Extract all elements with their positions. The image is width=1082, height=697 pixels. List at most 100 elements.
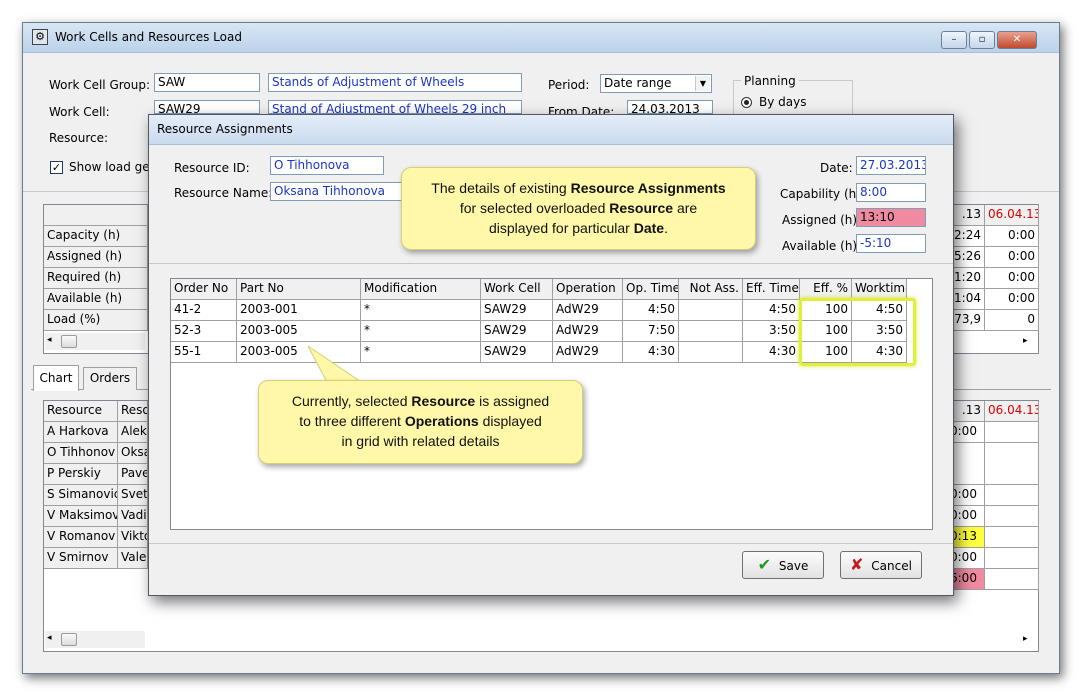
scroll-left-icon[interactable]: ◂	[47, 633, 52, 643]
assignment-cell[interactable]: AdW29	[553, 321, 623, 342]
scroll-thumb[interactable]	[61, 335, 77, 348]
resource-load-cell-empty	[985, 443, 1039, 485]
callout-bottom-text: is assigned	[475, 393, 550, 409]
resource-row-cell[interactable]: Valeri	[118, 548, 148, 569]
resource-row-cell[interactable]: S Simanovic	[44, 485, 118, 506]
resource-grid-hscrollbar[interactable]: ◂	[45, 631, 145, 648]
assignments-column-header: Op. Time	[623, 279, 679, 300]
resource-id-field[interactable]: O Tihhonova	[270, 156, 384, 175]
show-load-label: Show load gen	[69, 160, 158, 174]
by-days-label: By days	[759, 95, 807, 109]
save-button-label: Save	[778, 559, 809, 573]
assignment-cell[interactable]: SAW29	[481, 342, 553, 363]
assignment-cell[interactable]: SAW29	[481, 300, 553, 321]
scroll-right-icon[interactable]: ▸	[1023, 336, 1028, 346]
minimize-button[interactable]: –	[941, 31, 967, 49]
assigned-label: Assigned (h):	[782, 213, 862, 227]
assignment-cell[interactable]: 7:50	[623, 321, 679, 342]
period-value: Date range	[604, 76, 672, 90]
resource-load-cell-empty	[985, 527, 1039, 548]
resource-label: Resource:	[49, 131, 109, 145]
callout-bottom-text: to three different	[299, 413, 405, 429]
scroll-right-icon[interactable]: ▸	[1023, 634, 1028, 644]
date-field[interactable]: 27.03.2013	[856, 156, 926, 175]
resource-row-cell[interactable]: Svetl	[118, 485, 148, 506]
close-button[interactable]: ✕	[997, 31, 1037, 49]
maximize-button[interactable]: ▫	[969, 31, 995, 49]
by-days-radio[interactable]	[741, 97, 752, 108]
load-row-header: Load (%)	[44, 310, 148, 331]
resource-row-cell[interactable]: Aleks	[118, 422, 148, 443]
assignment-cell[interactable]: AdW29	[553, 300, 623, 321]
period-select[interactable]: Date range ▼	[600, 74, 712, 93]
assignment-cell[interactable]: 3:50	[743, 321, 800, 342]
assignments-column-header: Worktime	[852, 279, 907, 300]
callout-bottom: Currently, selected Resource is assigned…	[258, 380, 583, 464]
scroll-left-icon[interactable]: ◂	[47, 335, 52, 345]
cancel-button[interactable]: ✘ Cancel	[840, 551, 922, 579]
resource-row-cell[interactable]: V Smirnov	[44, 548, 118, 569]
work-cell-group-code-field[interactable]: SAW	[154, 73, 260, 92]
resource-row-cell[interactable]: V Maksimov	[44, 506, 118, 527]
callout-bottom-text: displayed	[478, 413, 542, 429]
save-button[interactable]: ✔ Save	[742, 551, 824, 579]
radio-dot-icon	[744, 100, 749, 105]
resource-row-cell[interactable]: Pave	[118, 464, 148, 485]
work-cell-code-field[interactable]: SAW29	[154, 100, 260, 114]
resource-column-header: Reso	[118, 401, 148, 422]
assignment-cell[interactable]: AdW29	[553, 342, 623, 363]
assignment-cell[interactable]: SAW29	[481, 321, 553, 342]
tab-orders[interactable]: Orders	[83, 367, 137, 390]
resource-row-cell[interactable]: Oksa	[118, 443, 148, 464]
scroll-thumb[interactable]	[61, 633, 77, 646]
load-cell: 0:00	[985, 289, 1039, 310]
assignments-column-header: Part No	[237, 279, 361, 300]
app-icon: ⚙	[32, 29, 48, 45]
from-date-field[interactable]: 24.03.2013	[627, 100, 713, 114]
assignment-cell[interactable]: 55-1	[171, 342, 237, 363]
assignment-cell[interactable]: 4:50	[743, 300, 800, 321]
load-row-header: Assigned (h)	[44, 247, 148, 268]
assignment-cell[interactable]: 2003-005	[237, 321, 361, 342]
assignment-cell[interactable]: 4:50	[623, 300, 679, 321]
tab-orders-label: Orders	[89, 371, 131, 385]
assignment-cell[interactable]	[679, 321, 743, 342]
work-cell-group-label: Work Cell Group:	[49, 78, 151, 92]
dialog-bottom-divider	[149, 543, 953, 544]
load-grid-hscrollbar[interactable]: ◂	[45, 333, 145, 350]
resource-row-cell[interactable]: V Romanov	[44, 527, 118, 548]
resource-name-label: Resource Name:	[174, 186, 273, 200]
resource-row-cell[interactable]: O Tihhonov	[44, 443, 118, 464]
resource-row-cell[interactable]: Vadin	[118, 506, 148, 527]
cancel-button-label: Cancel	[871, 559, 912, 573]
callout-top-text: for selected overloaded	[459, 200, 610, 216]
assignment-cell[interactable]: 4:30	[743, 342, 800, 363]
assignment-cell[interactable]: 2003-001	[237, 300, 361, 321]
assignment-cell[interactable]: 4:30	[623, 342, 679, 363]
resource-row-cell[interactable]: P Perskiy	[44, 464, 118, 485]
show-load-checkbox[interactable]: ✓	[50, 161, 63, 174]
assignment-cell[interactable]	[679, 342, 743, 363]
assignment-cell[interactable]: *	[361, 321, 481, 342]
assigned-field: 13:10	[856, 208, 926, 227]
assignment-cell[interactable]: 41-2	[171, 300, 237, 321]
dialog-titlebar: Resource Assignments	[149, 115, 953, 145]
resource-row-cell[interactable]: Vikto	[118, 527, 148, 548]
assignments-column-header: Operation	[553, 279, 623, 300]
resource-row-cell[interactable]: A Harkova	[44, 422, 118, 443]
load-cell: 0:00	[985, 247, 1039, 268]
assignment-cell[interactable]	[679, 300, 743, 321]
tab-chart[interactable]: Chart	[33, 365, 79, 391]
main-window-title: Work Cells and Resources Load	[55, 30, 242, 44]
resource-column-header: Resource	[44, 401, 118, 422]
assignments-column-header: Modification	[361, 279, 481, 300]
assignment-cell[interactable]: 52-3	[171, 321, 237, 342]
resource-load-cell-empty	[985, 569, 1039, 590]
period-label: Period:	[548, 78, 590, 92]
work-cell-name-field: Stand of Adjustment of Wheels 29 inch	[268, 100, 522, 114]
main-titlebar: ⚙ Work Cells and Resources Load – ▫ ✕	[23, 23, 1059, 53]
callout-top-bold: Resource Assignments	[570, 180, 726, 196]
assignments-column-header: Order No	[171, 279, 237, 300]
assignment-cell[interactable]: *	[361, 300, 481, 321]
assignments-column-header: Work Cell	[481, 279, 553, 300]
